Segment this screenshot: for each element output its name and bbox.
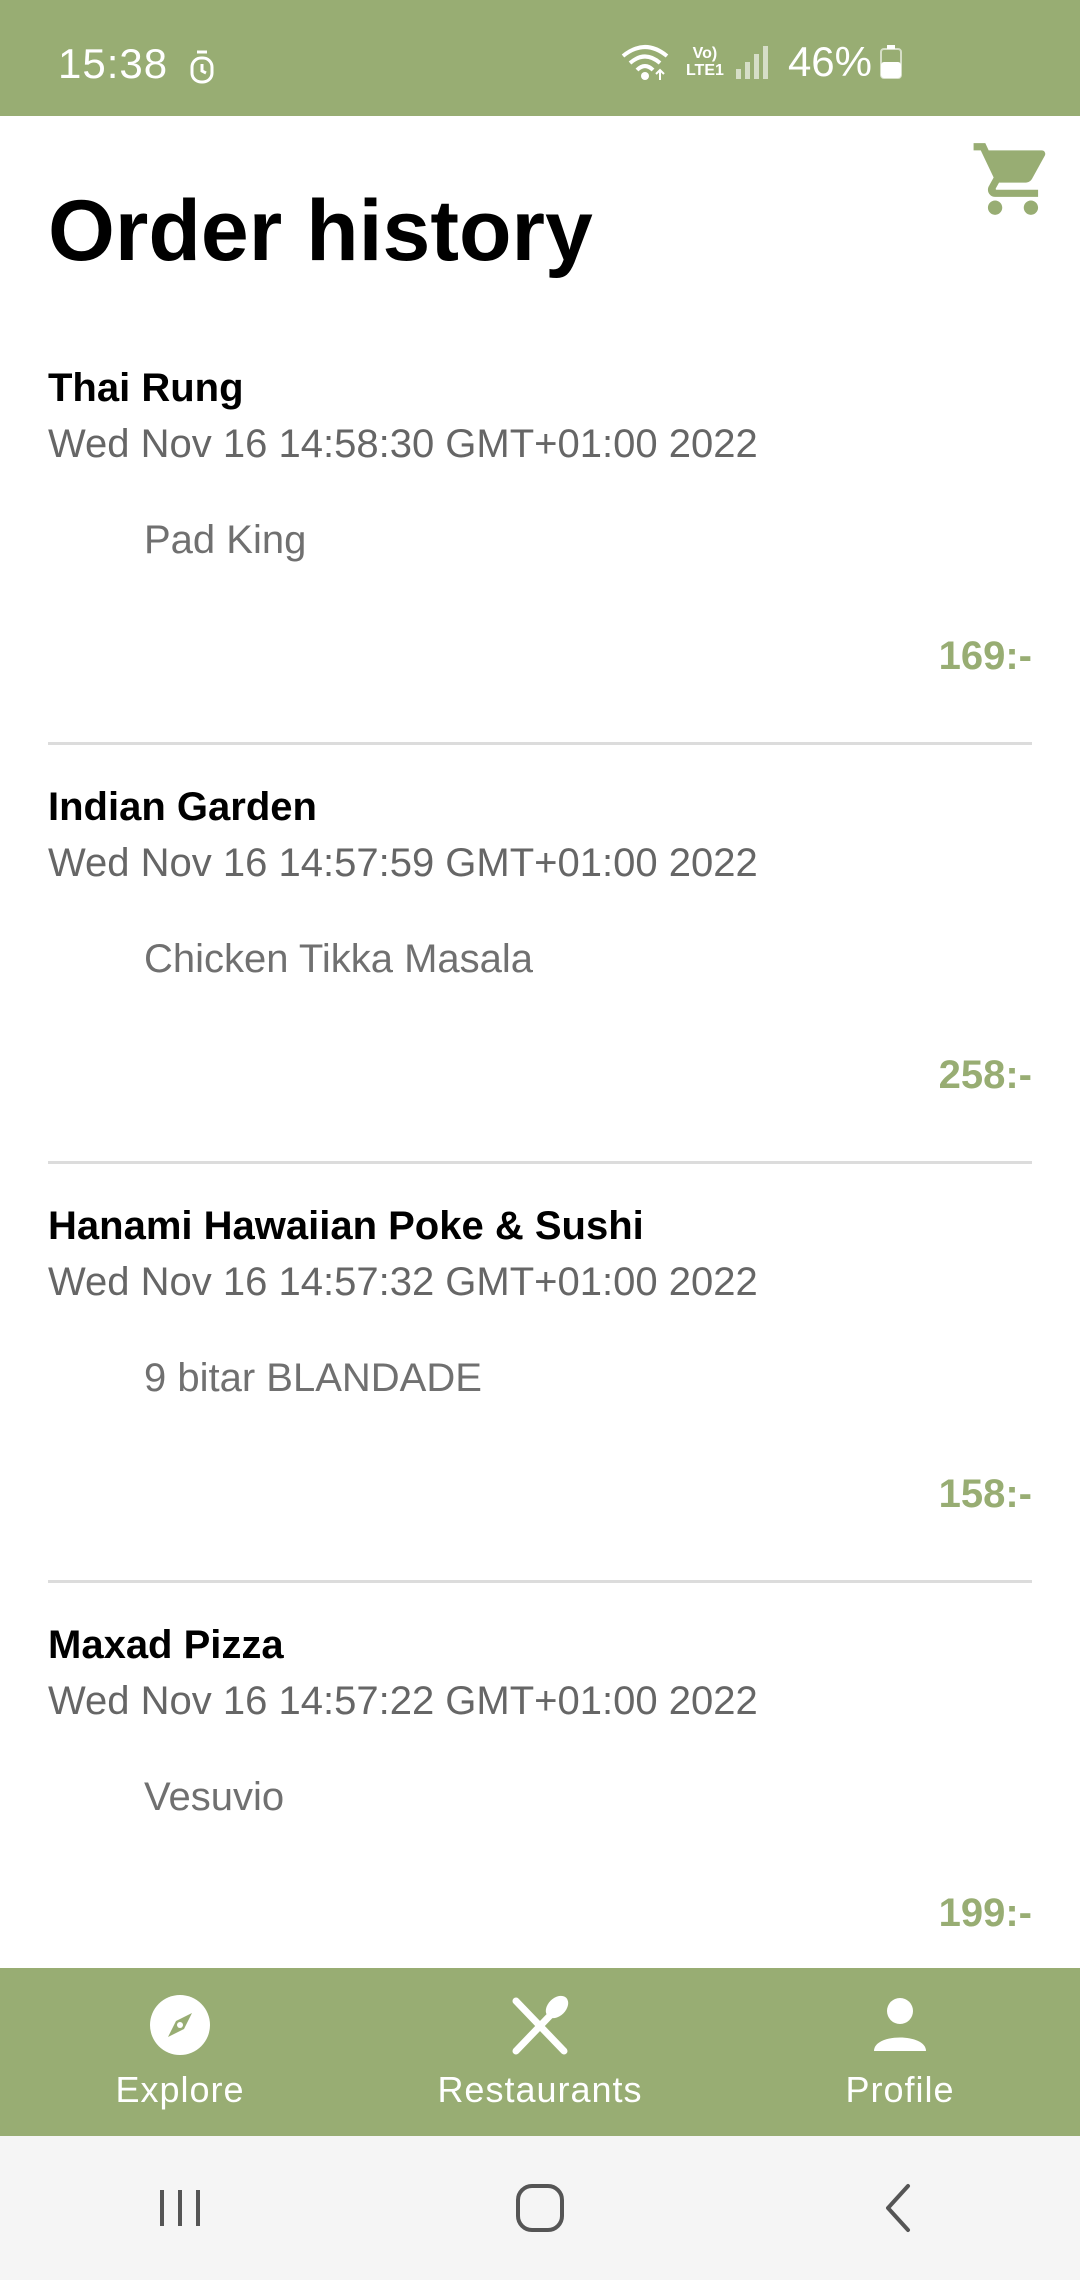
- cutlery-icon: [512, 1995, 569, 2055]
- nav-explore[interactable]: Explore: [0, 1968, 360, 2136]
- network-type: Vo) LTE1: [685, 45, 724, 79]
- nav-restaurants-label: Restaurants: [437, 2069, 643, 2110]
- order-date: Wed Nov 16 14:57:59 GMT+01:00 2022: [48, 841, 758, 885]
- back-button[interactable]: [800, 2158, 1000, 2258]
- recent-apps-icon: [160, 2190, 200, 2226]
- order-item[interactable]: Maxad Pizza Wed Nov 16 14:57:22 GMT+01:0…: [48, 1583, 1032, 1968]
- nav-restaurants[interactable]: Restaurants: [360, 1968, 720, 2136]
- order-price: 158:-: [938, 1472, 1032, 1516]
- home-button[interactable]: [440, 2158, 640, 2258]
- order-dish: Chicken Tikka Masala: [144, 937, 534, 981]
- order-restaurant-name: Thai Rung: [48, 366, 244, 410]
- wifi-icon: [621, 45, 669, 80]
- order-item[interactable]: Indian Garden Wed Nov 16 14:57:59 GMT+01…: [48, 745, 1032, 1164]
- nav-explore-label: Explore: [115, 2069, 245, 2110]
- page-title: Order history: [48, 183, 593, 279]
- cart-icon: [973, 143, 1046, 215]
- order-restaurant-name: Hanami Hawaiian Poke & Sushi: [48, 1204, 644, 1248]
- order-date: Wed Nov 16 14:57:32 GMT+01:00 2022: [48, 1260, 758, 1304]
- order-date: Wed Nov 16 14:57:22 GMT+01:00 2022: [48, 1679, 758, 1723]
- battery-percent: 46%: [787, 38, 872, 85]
- nav-profile-label: Profile: [845, 2069, 955, 2110]
- order-restaurant-name: Indian Garden: [48, 785, 317, 829]
- order-price: 258:-: [938, 1053, 1032, 1097]
- order-list[interactable]: Thai Rung Wed Nov 16 14:58:30 GMT+01:00 …: [0, 326, 1080, 1968]
- back-icon: [886, 2184, 910, 2232]
- signal-icon: [735, 46, 768, 79]
- order-restaurant-name: Maxad Pizza: [48, 1623, 284, 1667]
- order-item[interactable]: Hanami Hawaiian Poke & Sushi Wed Nov 16 …: [48, 1164, 1032, 1583]
- order-dish: 9 bitar BLANDADE: [144, 1356, 482, 1400]
- alarm-icon: [190, 50, 214, 84]
- status-indicators: Vo) LTE1 46%: [620, 38, 902, 85]
- page-header: Order history: [0, 116, 1080, 326]
- battery-icon: [880, 45, 902, 79]
- system-navigation-bar: [0, 2136, 1080, 2280]
- order-dish: Pad King: [144, 518, 307, 562]
- home-icon: [516, 2184, 564, 2232]
- nav-profile[interactable]: Profile: [720, 1968, 1080, 2136]
- order-dish: Vesuvio: [144, 1775, 285, 1819]
- person-icon: [874, 1998, 926, 2051]
- compass-icon: [150, 1995, 210, 2055]
- order-price: 199:-: [938, 1891, 1032, 1935]
- recent-apps-button[interactable]: [80, 2158, 280, 2258]
- order-item[interactable]: Thai Rung Wed Nov 16 14:58:30 GMT+01:00 …: [48, 326, 1032, 745]
- cart-button[interactable]: [970, 136, 1056, 222]
- order-date: Wed Nov 16 14:58:30 GMT+01:00 2022: [48, 422, 758, 466]
- order-price: 169:-: [938, 634, 1032, 678]
- status-bar: 15:38 Vo) LTE1 46%: [0, 0, 1080, 116]
- bottom-navigation: Explore Restaurants Profile: [0, 1968, 1080, 2136]
- status-time: 15:38: [58, 40, 169, 87]
